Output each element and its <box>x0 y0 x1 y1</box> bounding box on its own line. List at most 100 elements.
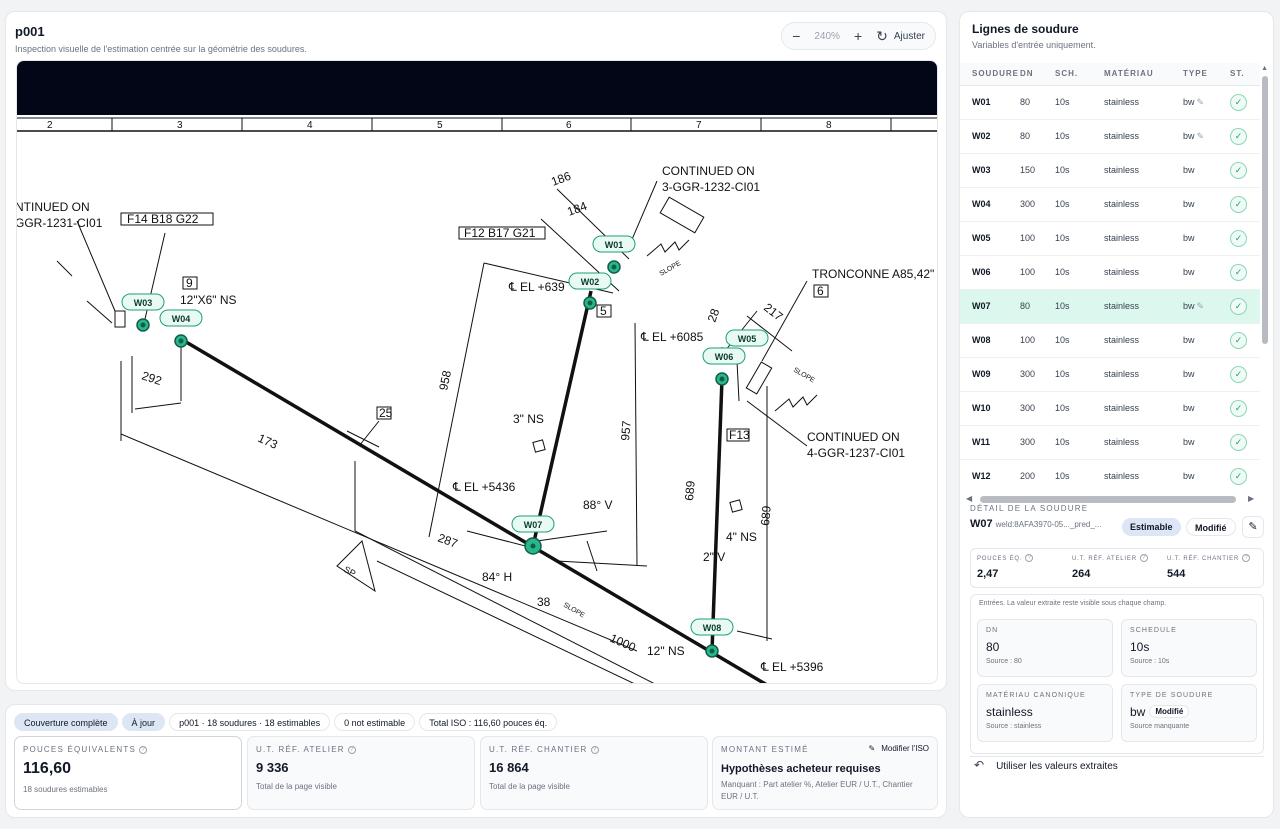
detail-metrics: POUCES ÉQ.? 2,47 U.T. RÉF. ATELIER? 264 … <box>970 548 1264 588</box>
cell-type-wrap: bw ✎ <box>1183 289 1230 324</box>
ruler-label: 7 <box>696 120 702 131</box>
cell-type-wrap: bw ✎ <box>1183 85 1230 120</box>
scroll-up-arrow[interactable]: ▲ <box>1261 65 1268 72</box>
weld-marker-w01[interactable]: W01 <box>592 235 636 274</box>
zoom-out-button[interactable]: − <box>792 29 800 43</box>
horizontal-scrollbar[interactable]: ◀ ▶ <box>966 494 1258 503</box>
weld-point-center <box>611 264 617 270</box>
weld-type-field[interactable]: TYPE DE SOUDURE bw Modifié Source manquan… <box>1121 684 1257 742</box>
cell-type: bw <box>1183 300 1195 311</box>
field-source: Source : stainless <box>986 723 1042 730</box>
col-header[interactable]: ST. <box>1230 63 1260 86</box>
help-icon[interactable]: ? <box>1139 554 1148 562</box>
table-header: SOUDURE DN SCH. MATÉRIAU TYPE ST. <box>960 63 1260 86</box>
total-iso-chip: Total ISO : 116,60 pouces éq. <box>419 713 558 731</box>
horizontal-scroll-thumb[interactable] <box>980 496 1236 503</box>
scroll-left-arrow[interactable]: ◀ <box>966 494 972 503</box>
weld-label: W01 <box>605 240 624 250</box>
fit-button[interactable]: ↻ Ajuster <box>876 29 925 43</box>
check-icon[interactable]: ✓ <box>1230 365 1247 383</box>
table-row[interactable]: W09 300 10s stainless bw ✓ <box>960 357 1260 392</box>
cell-sch: 10s <box>1055 119 1104 154</box>
iso-text: 184 <box>565 199 589 219</box>
table-row[interactable]: W08 100 10s stainless bw ✓ <box>960 323 1260 358</box>
stat-note: 18 soudures estimables <box>23 785 108 794</box>
weld-marker-w07[interactable]: W07 <box>511 515 555 555</box>
weld-label: W02 <box>581 277 600 287</box>
col-header[interactable]: SOUDURE <box>960 63 1020 86</box>
check-icon[interactable]: ✓ <box>1230 195 1247 213</box>
help-icon[interactable]: ? <box>1242 554 1251 562</box>
ruler-label: 6 <box>566 120 572 131</box>
cell-id: W10 <box>960 391 1020 426</box>
help-icon[interactable]: ? <box>347 746 356 754</box>
table-row[interactable]: W04 300 10s stainless bw ✓ <box>960 187 1260 222</box>
check-icon[interactable]: ✓ <box>1230 93 1247 111</box>
metric-value: 544 <box>1167 568 1186 580</box>
help-icon[interactable]: ? <box>590 746 599 754</box>
field-label: DN <box>986 627 999 634</box>
table-row[interactable]: W06 100 10s stainless bw ✓ <box>960 255 1260 290</box>
iso-text: 28 <box>705 306 723 324</box>
cell-dn: 300 <box>1020 187 1055 222</box>
zoom-in-button[interactable]: + <box>854 29 862 43</box>
scroll-right-arrow[interactable]: ▶ <box>1248 494 1254 503</box>
cell-sch: 10s <box>1055 255 1104 290</box>
col-header[interactable]: DN <box>1020 63 1055 86</box>
check-icon[interactable]: ✓ <box>1230 399 1247 417</box>
weld-marker-w03[interactable]: W03 <box>121 293 165 332</box>
modify-iso-button[interactable]: ✎ Modifier l'ISO <box>869 744 929 753</box>
col-header[interactable]: TYPE <box>1183 63 1230 86</box>
table-row[interactable]: W05 100 10s stainless bw ✓ <box>960 221 1260 256</box>
check-icon[interactable]: ✓ <box>1230 127 1247 145</box>
cell-status: ✓ <box>1230 255 1260 290</box>
detail-inputs: Entrées. La valeur extraite reste visibl… <box>970 594 1264 754</box>
help-icon[interactable]: ? <box>139 746 148 754</box>
edit-weld-button[interactable]: ✎ <box>1242 516 1264 538</box>
table-row[interactable]: W03 150 10s stainless bw ✓ <box>960 153 1260 188</box>
col-header[interactable]: MATÉRIAU <box>1104 63 1183 86</box>
isometric-drawing[interactable]: 2345678 NTINUED ON GGR-1231-CI01 F14 B18… <box>16 60 938 684</box>
page-title: p001 <box>15 24 45 39</box>
check-icon[interactable]: ✓ <box>1230 229 1247 247</box>
check-icon[interactable]: ✓ <box>1230 297 1247 315</box>
table-row[interactable]: W01 80 10s stainless bw ✎ ✓ <box>960 85 1260 120</box>
cell-sch: 10s <box>1055 187 1104 222</box>
stat-note: Manquant : Part atelier %, Atelier EUR /… <box>721 780 913 801</box>
metric-value: 264 <box>1072 568 1091 580</box>
weld-marker-w06[interactable]: W06 <box>702 347 746 386</box>
vertical-scrollbar[interactable] <box>1262 76 1268 344</box>
check-icon[interactable]: ✓ <box>1230 331 1247 349</box>
table-row[interactable]: W11 300 10s stainless bw ✓ <box>960 425 1260 460</box>
iso-text: F14 B18 G22 <box>127 212 199 226</box>
check-icon[interactable]: ✓ <box>1230 433 1247 451</box>
weld-label: W04 <box>172 314 191 324</box>
table-row[interactable]: W12 200 10s stainless bw ✓ <box>960 459 1260 493</box>
iso-text: ℄ EL +639 <box>508 280 565 294</box>
cell-sch: 10s <box>1055 85 1104 120</box>
use-extracted-button[interactable]: ↶ Utiliser les valeurs extraites <box>974 758 1118 772</box>
ruler-label: 3 <box>177 120 183 131</box>
table-row[interactable]: W02 80 10s stainless bw ✎ ✓ <box>960 119 1260 154</box>
cell-status: ✓ <box>1230 289 1260 324</box>
weld-marker-w04[interactable]: W04 <box>159 309 203 348</box>
table-row[interactable]: W10 300 10s stainless bw ✓ <box>960 391 1260 426</box>
check-icon[interactable]: ✓ <box>1230 161 1247 179</box>
iso-text: 186 <box>549 169 573 189</box>
undo-icon: ↶ <box>974 758 985 772</box>
help-icon[interactable]: ? <box>1025 554 1034 562</box>
col-header[interactable]: SCH. <box>1055 63 1104 86</box>
check-icon[interactable]: ✓ <box>1230 263 1247 281</box>
material-field[interactable]: MATÉRIAU CANONIQUE stainless Source : st… <box>977 684 1113 742</box>
iso-text: SLOPE <box>659 260 683 278</box>
cell-material: stainless <box>1104 119 1183 154</box>
table-row[interactable]: W07 80 10s stainless bw ✎ ✓ <box>960 289 1260 324</box>
weld-point-center <box>178 338 184 344</box>
dn-field[interactable]: DN 80 Source : 80 <box>977 619 1113 677</box>
weld-table: SOUDURE DN SCH. MATÉRIAU TYPE ST. W01 80 1… <box>960 63 1260 493</box>
check-icon[interactable]: ✓ <box>1230 467 1247 485</box>
schedule-field[interactable]: SCHEDULE 10s Source : 10s <box>1121 619 1257 677</box>
cell-id: W03 <box>960 153 1020 188</box>
cell-dn: 100 <box>1020 323 1055 358</box>
iso-text: 9 <box>186 276 193 290</box>
